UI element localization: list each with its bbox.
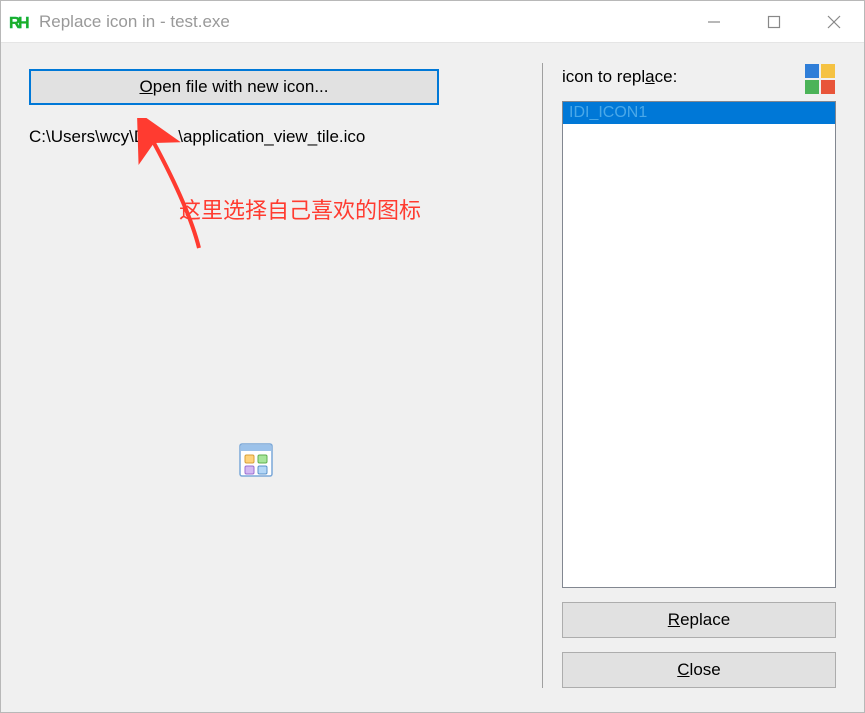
open-file-button-label: Open file with new icon... bbox=[140, 77, 329, 97]
left-pane: Open file with new icon... C:\Users\wcy\… bbox=[29, 63, 539, 688]
close-window-button[interactable] bbox=[804, 1, 864, 42]
close-button-label: Close bbox=[677, 660, 720, 680]
window-controls bbox=[684, 1, 864, 42]
current-icon bbox=[804, 63, 836, 95]
content-area: Open file with new icon... C:\Users\wcy\… bbox=[1, 43, 864, 712]
right-header: icon to replace: bbox=[562, 63, 836, 95]
close-button[interactable]: Close bbox=[562, 652, 836, 688]
icon-listbox[interactable]: IDI_ICON1 bbox=[562, 101, 836, 588]
list-item[interactable]: IDI_ICON1 bbox=[563, 102, 835, 124]
annotation-text: 这里选择自己喜欢的图标 bbox=[179, 193, 421, 225]
titlebar: R H Replace icon in - test.exe bbox=[1, 1, 864, 43]
minimize-button[interactable] bbox=[684, 1, 744, 42]
svg-text:H: H bbox=[18, 15, 30, 32]
file-path-label: C:\Users\wcy\Des...\application_view_til… bbox=[29, 127, 521, 147]
window: R H Replace icon in - test.exe Open file… bbox=[0, 0, 865, 713]
icon-preview bbox=[239, 443, 273, 477]
open-file-button[interactable]: Open file with new icon... bbox=[29, 69, 439, 105]
replace-button-label: Replace bbox=[668, 610, 730, 630]
right-pane: icon to replace: IDI_ICON1 Replace Close bbox=[546, 63, 836, 688]
app-icon: R H bbox=[9, 11, 31, 33]
vertical-divider bbox=[542, 63, 543, 688]
icon-to-replace-label: icon to replace: bbox=[562, 63, 677, 87]
replace-button[interactable]: Replace bbox=[562, 602, 836, 638]
window-title: Replace icon in - test.exe bbox=[39, 12, 684, 32]
maximize-button[interactable] bbox=[744, 1, 804, 42]
